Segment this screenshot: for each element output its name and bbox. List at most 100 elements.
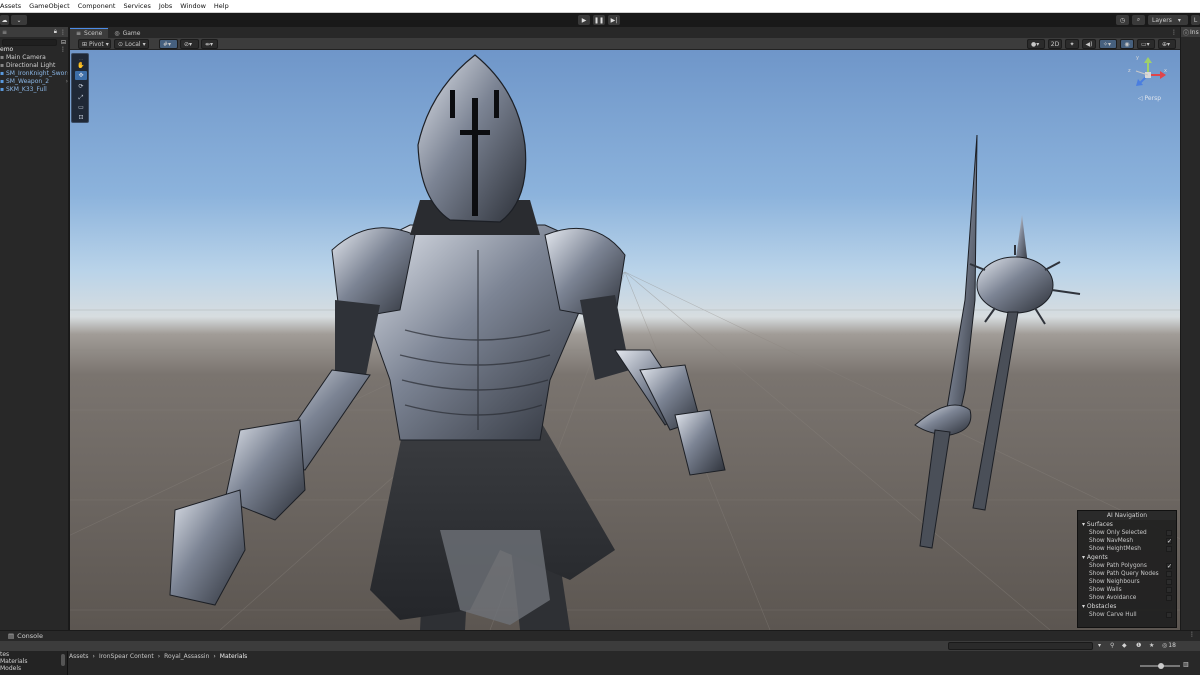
- tab-scene[interactable]: ≡ Scene: [70, 28, 109, 38]
- show-heightmesh-option[interactable]: Show HeightMesh: [1078, 545, 1176, 553]
- tag-icon[interactable]: ◆: [1122, 642, 1127, 649]
- hierarchy-item-skm-k33-full[interactable]: ▪ SKM_K33_Full: [0, 86, 68, 94]
- tab-game[interactable]: ◎ Game: [108, 28, 146, 38]
- show-path-polygons-option[interactable]: Show Path Polygons ✓: [1078, 562, 1176, 570]
- menu-services[interactable]: Services: [123, 2, 150, 10]
- step-button[interactable]: ▶|: [608, 15, 620, 25]
- visibility-toggle[interactable]: ◉: [1120, 39, 1134, 49]
- show-avoidance-option[interactable]: Show Avoidance: [1078, 594, 1176, 602]
- hierarchy-item-main-camera[interactable]: ▪ Main Camera: [0, 54, 68, 62]
- local-dropdown[interactable]: ⊙ Local ▾: [114, 39, 149, 49]
- breadcrumb-royal-assassin[interactable]: Royal_Assassin: [164, 653, 209, 660]
- hierarchy-search-input[interactable]: [2, 38, 57, 46]
- lock-icon[interactable]: 🔒︎: [54, 28, 57, 36]
- show-walls-option[interactable]: Show Walls: [1078, 586, 1176, 594]
- rect-tool-icon[interactable]: ▭: [75, 103, 87, 112]
- scene-menu-icon[interactable]: ⋮: [60, 46, 66, 54]
- hierarchy-item-directional-light[interactable]: ▪ Directional Light: [0, 62, 68, 70]
- rotate-tool-icon[interactable]: ⟳: [75, 82, 87, 91]
- console-kebab-icon[interactable]: ⋮: [1189, 631, 1195, 638]
- effects-toggle[interactable]: ✧▾: [1099, 39, 1117, 49]
- icon-size-slider[interactable]: [1140, 663, 1180, 669]
- tab-console[interactable]: ▤ Console: [0, 630, 43, 641]
- hierarchy-tab-icon[interactable]: ≡: [2, 29, 7, 36]
- hierarchy-item-weapon-2[interactable]: ▪ SM_Weapon_2 ›: [0, 78, 68, 86]
- show-carve-hull-option[interactable]: Show Carve Hull: [1078, 611, 1176, 619]
- search-options-icon[interactable]: ⊟: [61, 39, 66, 46]
- obstacles-section[interactable]: ▾ Obstacles: [1078, 602, 1176, 611]
- sword-model: [914, 134, 978, 549]
- camera-settings-button[interactable]: ▭▾: [1137, 39, 1155, 49]
- show-heightmesh-checkbox[interactable]: [1166, 546, 1172, 552]
- show-neighbours-option[interactable]: Show Neighbours: [1078, 578, 1176, 586]
- tab-inspector[interactable]: ⓘ Ins: [1181, 27, 1200, 37]
- breadcrumb-materials[interactable]: Materials: [220, 653, 248, 660]
- account-button[interactable]: ⌄: [11, 15, 27, 25]
- history-icon[interactable]: ◷: [1116, 15, 1129, 25]
- hand-tool-icon[interactable]: ✋: [75, 61, 87, 70]
- tab-scene-label: Scene: [84, 30, 103, 37]
- menu-gameobject[interactable]: GameObject: [29, 2, 70, 10]
- agents-section[interactable]: ▾ Agents: [1078, 553, 1176, 562]
- scene-kebab-icon[interactable]: ⋮: [1171, 29, 1177, 36]
- menu-window[interactable]: Window: [180, 2, 206, 10]
- draw-mode-button[interactable]: ●▾: [1027, 39, 1045, 49]
- show-neighbours-checkbox[interactable]: [1166, 579, 1172, 585]
- chevron-right-icon[interactable]: ›: [67, 70, 68, 78]
- breadcrumb-ironspear[interactable]: IronSpear Content: [99, 653, 154, 660]
- show-navmesh-option[interactable]: Show NavMesh ✓: [1078, 537, 1176, 545]
- scene-viewport[interactable]: [70, 50, 1180, 630]
- snap-increment-button[interactable]: ⊘▾: [180, 39, 199, 49]
- scene-root-row[interactable]: emo ⋮: [0, 46, 68, 54]
- align-button[interactable]: ⇹▾: [201, 39, 218, 49]
- filter-label-icon[interactable]: ⚲: [1110, 642, 1114, 649]
- show-only-selected-checkbox[interactable]: [1166, 530, 1172, 536]
- show-path-query-nodes-option[interactable]: Show Path Query Nodes: [1078, 570, 1176, 578]
- show-walls-checkbox[interactable]: [1166, 587, 1172, 593]
- folder-tree-scrollbar[interactable]: [61, 654, 65, 666]
- audio-toggle[interactable]: ◀): [1082, 39, 1096, 49]
- chevron-right-icon[interactable]: ›: [66, 78, 68, 86]
- kebab-menu-icon[interactable]: ⋮: [60, 29, 66, 36]
- transform-tool-icon[interactable]: ⊡: [75, 113, 87, 122]
- menu-jobs[interactable]: Jobs: [159, 2, 172, 10]
- pivot-dropdown[interactable]: ⊞ Pivot ▾: [78, 39, 111, 49]
- scale-tool-icon[interactable]: ⤢: [75, 93, 87, 102]
- gizmos-button[interactable]: ⊕▾: [1158, 39, 1176, 49]
- orientation-gizmo[interactable]: y z x ◁ Persp: [1118, 55, 1173, 105]
- show-navmesh-checkbox[interactable]: ✓: [1166, 538, 1172, 545]
- menu-component[interactable]: Component: [78, 2, 116, 10]
- show-only-selected-option[interactable]: Show Only Selected: [1078, 529, 1176, 537]
- menu-assets[interactable]: Assets: [0, 2, 21, 10]
- inspector-panel: ⓘ Ins: [1180, 27, 1200, 630]
- menu-help[interactable]: Help: [214, 2, 229, 10]
- project-search-input[interactable]: [948, 642, 1093, 650]
- layers-dropdown[interactable]: Layers ▾: [1148, 15, 1188, 25]
- lighting-toggle[interactable]: ✦: [1065, 39, 1079, 49]
- layout-dropdown[interactable]: L: [1191, 15, 1200, 25]
- folder-tree-row[interactable]: tes: [0, 651, 67, 658]
- play-button[interactable]: ▶: [578, 15, 590, 25]
- favorite-star-icon[interactable]: ★: [1149, 642, 1154, 649]
- list-view-icon[interactable]: ▥: [1183, 661, 1189, 668]
- grid-snap-button[interactable]: #▾: [159, 39, 178, 49]
- search-icon[interactable]: ⌕: [1132, 15, 1145, 25]
- breadcrumb-assets[interactable]: Assets: [69, 653, 89, 660]
- show-avoidance-checkbox[interactable]: [1166, 595, 1172, 601]
- show-carve-hull-checkbox[interactable]: [1166, 612, 1172, 618]
- slider-thumb[interactable]: [1158, 663, 1164, 669]
- pause-button[interactable]: ❚❚: [593, 15, 605, 25]
- filter-type-icon[interactable]: ▾: [1098, 642, 1101, 649]
- hidden-count[interactable]: ◎ 18: [1162, 642, 1176, 649]
- show-path-polygons-checkbox[interactable]: ✓: [1166, 563, 1172, 570]
- surfaces-section[interactable]: ▾ Surfaces: [1078, 520, 1176, 529]
- cloud-icon[interactable]: ☁: [0, 15, 9, 25]
- info-badge-icon[interactable]: ❶: [1136, 642, 1141, 649]
- hierarchy-item-ironknight-sword[interactable]: ▪ SM_IronKnight_Swor›: [0, 70, 68, 78]
- folder-tree-row[interactable]: Materials: [0, 658, 67, 665]
- 2d-toggle[interactable]: 2D: [1048, 39, 1062, 49]
- move-tool-icon[interactable]: ✥: [75, 71, 87, 80]
- show-path-query-nodes-checkbox[interactable]: [1166, 571, 1172, 577]
- folder-tree-row[interactable]: Models: [0, 665, 67, 672]
- persp-label[interactable]: ◁ Persp: [1138, 95, 1161, 102]
